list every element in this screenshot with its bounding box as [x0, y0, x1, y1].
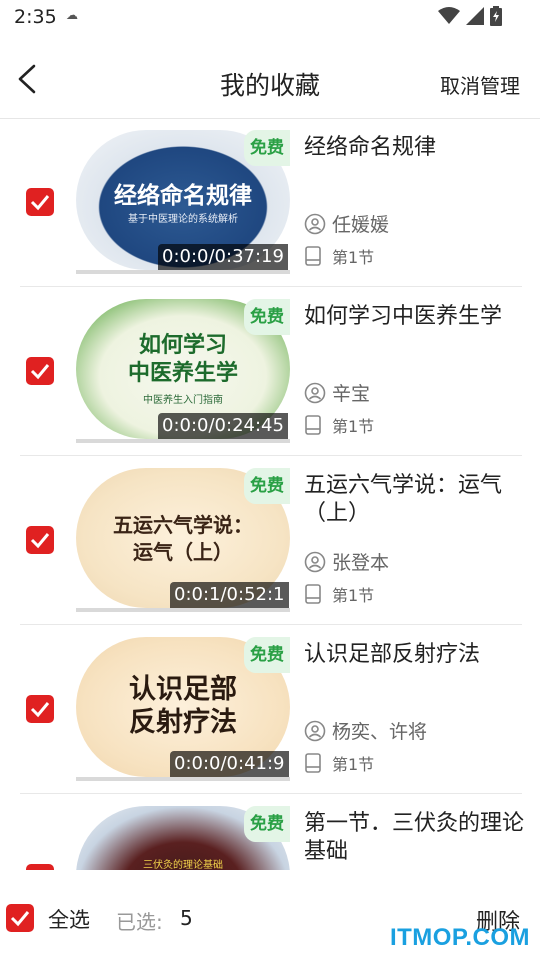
- teacher-info: 杨奕、许将: [304, 717, 427, 744]
- teacher-info: 张登本: [304, 548, 389, 575]
- free-badge: 免费: [244, 468, 290, 504]
- section-label: 第1节: [332, 586, 375, 605]
- teacher-name: 任媛媛: [332, 214, 390, 236]
- section-info: 第1节: [304, 244, 374, 268]
- course-title[interactable]: 如何学习中医养生学: [304, 303, 524, 331]
- free-badge: 免费: [244, 806, 290, 842]
- teacher-name: 辛宝: [332, 383, 371, 405]
- wifi-icon: [438, 7, 460, 24]
- course-title[interactable]: 第一节．三伏灸的理论基础: [304, 810, 524, 866]
- section-label: 第1节: [332, 248, 375, 267]
- thumbnail-subtitle: 基于中医理论的系统解析: [128, 214, 238, 225]
- free-badge: 免费: [244, 299, 290, 335]
- user-icon: [304, 551, 326, 572]
- course-title[interactable]: 认识足部反射疗法: [304, 641, 524, 669]
- check-icon: [10, 911, 30, 927]
- teacher-info: 辛宝: [304, 379, 370, 406]
- progress-track: [76, 439, 290, 443]
- duration-label: 0:0:0/0:24:45: [158, 413, 288, 439]
- user-icon: [304, 213, 326, 234]
- free-badge: 免费: [244, 637, 290, 673]
- list-item[interactable]: 经络命名规律 基于中医理论的系统解析 免费 0:0:0/0:37:19 经络命名…: [20, 118, 522, 287]
- watermark: ITMOP.COM: [389, 924, 530, 951]
- book-icon: [305, 584, 321, 604]
- bottom-action-bar: 全选 已选: 5 删除 ITMOP.COM: [0, 870, 540, 960]
- header: 我的收藏 取消管理: [0, 40, 540, 119]
- select-all-checkbox[interactable]: [6, 904, 34, 932]
- book-icon: [305, 246, 321, 266]
- list-item[interactable]: 如何学习 中医养生学 中医养生入门指南 免费 0:0:0/0:24:45 如何学…: [20, 287, 522, 456]
- course-title[interactable]: 经络命名规律: [304, 134, 524, 162]
- thumbnail-title: 如何学习 中医养生学: [127, 332, 238, 386]
- user-icon: [304, 720, 326, 741]
- check-icon: [30, 195, 50, 211]
- signal-icon: [466, 7, 484, 25]
- progress-track: [76, 777, 290, 781]
- thumbnail-title: 经络命名规律: [114, 182, 252, 209]
- row-checkbox[interactable]: [26, 526, 54, 554]
- thumbnail-subtitle: 三伏灸的理论基础: [143, 860, 223, 870]
- thumbnail-subtitle: 中医养生入门指南: [143, 395, 223, 406]
- section-info: 第1节: [304, 751, 374, 775]
- duration-label: 0:0:0/0:41:9: [170, 751, 289, 777]
- row-checkbox[interactable]: [26, 188, 54, 216]
- row-checkbox[interactable]: [26, 695, 54, 723]
- status-bar: 2:35 ☁: [0, 0, 540, 36]
- cloud-icon: ☁: [66, 8, 78, 22]
- course-title[interactable]: 五运六气学说：运气（上）: [304, 472, 524, 528]
- status-icons: [438, 6, 502, 26]
- list-item[interactable]: 五运六气学说： 运气（上） 免费 0:0:1/0:52:1 五运六气学说：运气（…: [20, 456, 522, 625]
- list-item[interactable]: 三伏灸的理论基础 免费 第一节．三伏灸的理论基础: [20, 794, 524, 870]
- book-icon: [305, 753, 321, 773]
- section-label: 第1节: [332, 755, 375, 774]
- book-icon: [305, 415, 321, 435]
- section-info: 第1节: [304, 413, 374, 437]
- row-checkbox[interactable]: [26, 357, 54, 385]
- select-all-label[interactable]: 全选: [48, 904, 90, 934]
- status-time: 2:35: [14, 6, 57, 28]
- thumbnail-title: 认识足部 反射疗法: [129, 674, 237, 738]
- section-info: 第1节: [304, 582, 374, 606]
- progress-track: [76, 608, 290, 612]
- progress-track: [76, 270, 290, 274]
- thumbnail-title: 五运六气学说： 运气（上）: [113, 513, 253, 564]
- user-icon: [304, 382, 326, 403]
- list-item[interactable]: 认识足部 反射疗法 免费 0:0:0/0:41:9 认识足部反射疗法 杨奕、许将…: [20, 625, 522, 794]
- teacher-info: 任媛媛: [304, 210, 389, 237]
- cancel-manage-button[interactable]: 取消管理: [440, 70, 520, 99]
- duration-label: 0:0:1/0:52:1: [170, 582, 289, 608]
- section-label: 第1节: [332, 417, 375, 436]
- favorites-list: 经络命名规律 基于中医理论的系统解析 免费 0:0:0/0:37:19 经络命名…: [0, 118, 540, 870]
- teacher-name: 张登本: [332, 552, 390, 574]
- battery-icon: [490, 6, 502, 26]
- selected-count: 5: [180, 906, 193, 930]
- check-icon: [30, 533, 50, 549]
- selected-label: 已选:: [116, 910, 163, 934]
- teacher-name: 杨奕、许将: [332, 721, 428, 743]
- duration-label: 0:0:0/0:37:19: [158, 244, 288, 270]
- check-icon: [30, 364, 50, 380]
- check-icon: [30, 702, 50, 718]
- free-badge: 免费: [244, 130, 290, 166]
